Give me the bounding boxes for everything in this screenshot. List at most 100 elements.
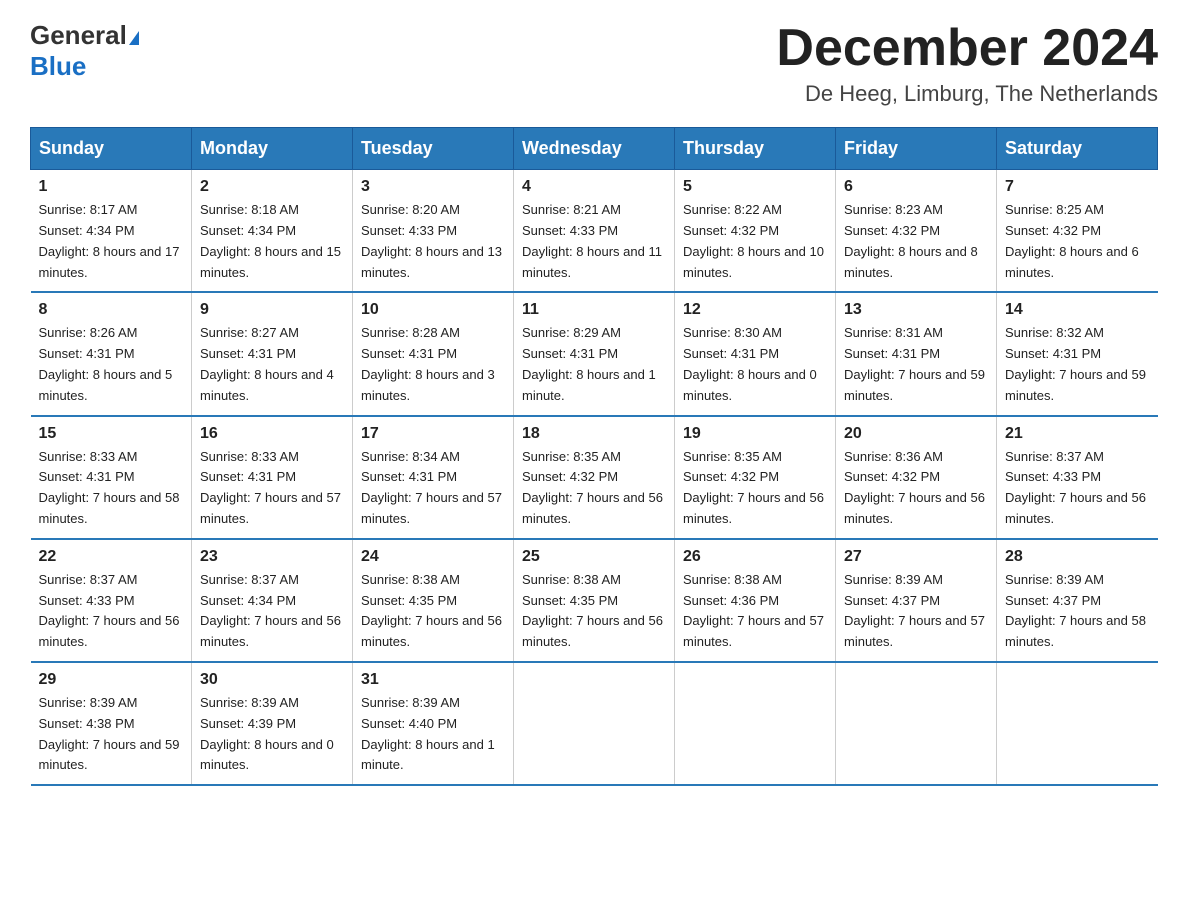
day-number: 19 xyxy=(683,425,827,443)
calendar-cell: 8 Sunrise: 8:26 AM Sunset: 4:31 PM Dayli… xyxy=(31,292,192,415)
day-number: 18 xyxy=(522,425,666,443)
day-info: Sunrise: 8:38 AM Sunset: 4:35 PM Dayligh… xyxy=(361,570,505,653)
day-info: Sunrise: 8:29 AM Sunset: 4:31 PM Dayligh… xyxy=(522,323,666,406)
day-number: 10 xyxy=(361,301,505,319)
calendar-week-row: 15 Sunrise: 8:33 AM Sunset: 4:31 PM Dayl… xyxy=(31,416,1158,539)
header-saturday: Saturday xyxy=(997,128,1158,170)
day-info: Sunrise: 8:22 AM Sunset: 4:32 PM Dayligh… xyxy=(683,200,827,283)
day-number: 17 xyxy=(361,425,505,443)
calendar-cell: 5 Sunrise: 8:22 AM Sunset: 4:32 PM Dayli… xyxy=(675,170,836,293)
calendar-cell: 12 Sunrise: 8:30 AM Sunset: 4:31 PM Dayl… xyxy=(675,292,836,415)
day-info: Sunrise: 8:25 AM Sunset: 4:32 PM Dayligh… xyxy=(1005,200,1150,283)
day-number: 26 xyxy=(683,548,827,566)
day-info: Sunrise: 8:33 AM Sunset: 4:31 PM Dayligh… xyxy=(200,447,344,530)
day-info: Sunrise: 8:38 AM Sunset: 4:35 PM Dayligh… xyxy=(522,570,666,653)
header-thursday: Thursday xyxy=(675,128,836,170)
calendar-cell: 13 Sunrise: 8:31 AM Sunset: 4:31 PM Dayl… xyxy=(836,292,997,415)
calendar-cell xyxy=(675,662,836,785)
day-number: 13 xyxy=(844,301,988,319)
day-info: Sunrise: 8:35 AM Sunset: 4:32 PM Dayligh… xyxy=(683,447,827,530)
logo-triangle-icon xyxy=(129,31,139,45)
day-info: Sunrise: 8:23 AM Sunset: 4:32 PM Dayligh… xyxy=(844,200,988,283)
day-info: Sunrise: 8:36 AM Sunset: 4:32 PM Dayligh… xyxy=(844,447,988,530)
calendar-cell: 26 Sunrise: 8:38 AM Sunset: 4:36 PM Dayl… xyxy=(675,539,836,662)
day-info: Sunrise: 8:33 AM Sunset: 4:31 PM Dayligh… xyxy=(39,447,184,530)
calendar-cell: 9 Sunrise: 8:27 AM Sunset: 4:31 PM Dayli… xyxy=(192,292,353,415)
title-section: December 2024 De Heeg, Limburg, The Neth… xyxy=(776,20,1158,107)
day-number: 27 xyxy=(844,548,988,566)
calendar-week-row: 29 Sunrise: 8:39 AM Sunset: 4:38 PM Dayl… xyxy=(31,662,1158,785)
calendar-cell: 25 Sunrise: 8:38 AM Sunset: 4:35 PM Dayl… xyxy=(514,539,675,662)
day-number: 21 xyxy=(1005,425,1150,443)
calendar-week-row: 8 Sunrise: 8:26 AM Sunset: 4:31 PM Dayli… xyxy=(31,292,1158,415)
day-number: 30 xyxy=(200,671,344,689)
header-sunday: Sunday xyxy=(31,128,192,170)
day-info: Sunrise: 8:39 AM Sunset: 4:37 PM Dayligh… xyxy=(1005,570,1150,653)
day-info: Sunrise: 8:21 AM Sunset: 4:33 PM Dayligh… xyxy=(522,200,666,283)
day-info: Sunrise: 8:31 AM Sunset: 4:31 PM Dayligh… xyxy=(844,323,988,406)
logo: General Blue xyxy=(30,20,139,82)
calendar-cell xyxy=(836,662,997,785)
calendar-cell: 6 Sunrise: 8:23 AM Sunset: 4:32 PM Dayli… xyxy=(836,170,997,293)
calendar-cell: 7 Sunrise: 8:25 AM Sunset: 4:32 PM Dayli… xyxy=(997,170,1158,293)
day-info: Sunrise: 8:34 AM Sunset: 4:31 PM Dayligh… xyxy=(361,447,505,530)
calendar-cell: 29 Sunrise: 8:39 AM Sunset: 4:38 PM Dayl… xyxy=(31,662,192,785)
day-number: 1 xyxy=(39,178,184,196)
header-wednesday: Wednesday xyxy=(514,128,675,170)
calendar-cell xyxy=(514,662,675,785)
day-info: Sunrise: 8:38 AM Sunset: 4:36 PM Dayligh… xyxy=(683,570,827,653)
calendar-body: 1 Sunrise: 8:17 AM Sunset: 4:34 PM Dayli… xyxy=(31,170,1158,785)
day-number: 20 xyxy=(844,425,988,443)
day-number: 7 xyxy=(1005,178,1150,196)
calendar-cell: 28 Sunrise: 8:39 AM Sunset: 4:37 PM Dayl… xyxy=(997,539,1158,662)
calendar-cell: 2 Sunrise: 8:18 AM Sunset: 4:34 PM Dayli… xyxy=(192,170,353,293)
day-number: 22 xyxy=(39,548,184,566)
day-info: Sunrise: 8:37 AM Sunset: 4:33 PM Dayligh… xyxy=(39,570,184,653)
day-info: Sunrise: 8:39 AM Sunset: 4:39 PM Dayligh… xyxy=(200,693,344,776)
day-info: Sunrise: 8:18 AM Sunset: 4:34 PM Dayligh… xyxy=(200,200,344,283)
calendar-cell: 31 Sunrise: 8:39 AM Sunset: 4:40 PM Dayl… xyxy=(353,662,514,785)
day-number: 6 xyxy=(844,178,988,196)
day-number: 9 xyxy=(200,301,344,319)
day-number: 24 xyxy=(361,548,505,566)
calendar-cell: 23 Sunrise: 8:37 AM Sunset: 4:34 PM Dayl… xyxy=(192,539,353,662)
logo-line1: General xyxy=(30,20,139,51)
calendar-cell: 14 Sunrise: 8:32 AM Sunset: 4:31 PM Dayl… xyxy=(997,292,1158,415)
day-info: Sunrise: 8:32 AM Sunset: 4:31 PM Dayligh… xyxy=(1005,323,1150,406)
calendar-cell: 4 Sunrise: 8:21 AM Sunset: 4:33 PM Dayli… xyxy=(514,170,675,293)
day-number: 2 xyxy=(200,178,344,196)
calendar-cell: 18 Sunrise: 8:35 AM Sunset: 4:32 PM Dayl… xyxy=(514,416,675,539)
calendar-week-row: 1 Sunrise: 8:17 AM Sunset: 4:34 PM Dayli… xyxy=(31,170,1158,293)
page-header: General Blue December 2024 De Heeg, Limb… xyxy=(30,20,1158,107)
day-number: 14 xyxy=(1005,301,1150,319)
day-info: Sunrise: 8:20 AM Sunset: 4:33 PM Dayligh… xyxy=(361,200,505,283)
calendar-cell: 20 Sunrise: 8:36 AM Sunset: 4:32 PM Dayl… xyxy=(836,416,997,539)
day-number: 23 xyxy=(200,548,344,566)
logo-line2: Blue xyxy=(30,51,139,82)
day-info: Sunrise: 8:39 AM Sunset: 4:37 PM Dayligh… xyxy=(844,570,988,653)
calendar-cell: 16 Sunrise: 8:33 AM Sunset: 4:31 PM Dayl… xyxy=(192,416,353,539)
calendar-week-row: 22 Sunrise: 8:37 AM Sunset: 4:33 PM Dayl… xyxy=(31,539,1158,662)
calendar-cell: 3 Sunrise: 8:20 AM Sunset: 4:33 PM Dayli… xyxy=(353,170,514,293)
day-info: Sunrise: 8:39 AM Sunset: 4:40 PM Dayligh… xyxy=(361,693,505,776)
day-number: 12 xyxy=(683,301,827,319)
day-info: Sunrise: 8:35 AM Sunset: 4:32 PM Dayligh… xyxy=(522,447,666,530)
day-info: Sunrise: 8:27 AM Sunset: 4:31 PM Dayligh… xyxy=(200,323,344,406)
calendar-cell: 10 Sunrise: 8:28 AM Sunset: 4:31 PM Dayl… xyxy=(353,292,514,415)
calendar-cell: 19 Sunrise: 8:35 AM Sunset: 4:32 PM Dayl… xyxy=(675,416,836,539)
weekday-header-row: Sunday Monday Tuesday Wednesday Thursday… xyxy=(31,128,1158,170)
day-info: Sunrise: 8:17 AM Sunset: 4:34 PM Dayligh… xyxy=(39,200,184,283)
day-info: Sunrise: 8:28 AM Sunset: 4:31 PM Dayligh… xyxy=(361,323,505,406)
header-tuesday: Tuesday xyxy=(353,128,514,170)
day-number: 3 xyxy=(361,178,505,196)
day-number: 31 xyxy=(361,671,505,689)
day-number: 16 xyxy=(200,425,344,443)
day-number: 8 xyxy=(39,301,184,319)
day-number: 4 xyxy=(522,178,666,196)
calendar-cell: 11 Sunrise: 8:29 AM Sunset: 4:31 PM Dayl… xyxy=(514,292,675,415)
calendar-table: Sunday Monday Tuesday Wednesday Thursday… xyxy=(30,127,1158,786)
day-info: Sunrise: 8:37 AM Sunset: 4:34 PM Dayligh… xyxy=(200,570,344,653)
logo-blue-text: Blue xyxy=(30,51,86,81)
logo-general-text: General xyxy=(30,20,127,50)
calendar-cell: 1 Sunrise: 8:17 AM Sunset: 4:34 PM Dayli… xyxy=(31,170,192,293)
